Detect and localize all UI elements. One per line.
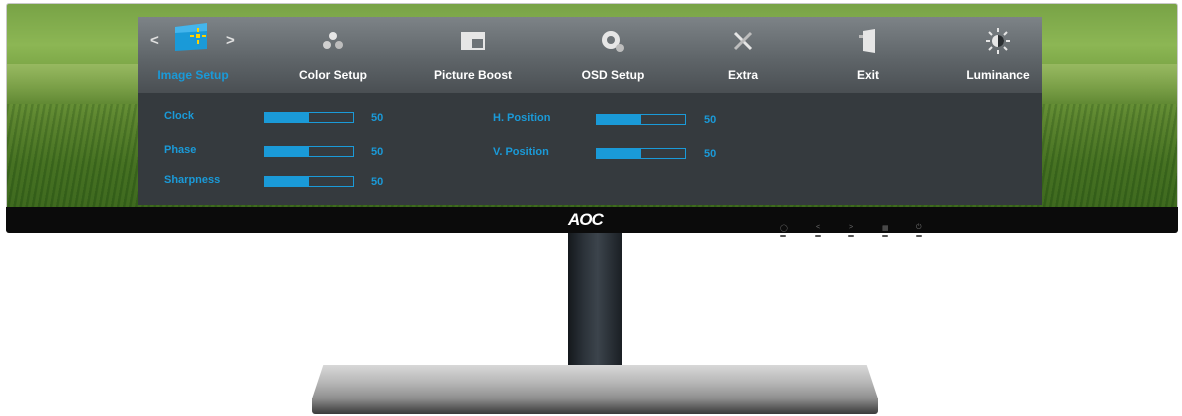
left-arrow-icon: < xyxy=(816,224,821,231)
slider-fill xyxy=(265,147,309,156)
left-button[interactable] xyxy=(815,235,821,237)
monitor-stand-neck xyxy=(568,233,622,373)
power-button[interactable] xyxy=(916,235,922,237)
monitor-stand-base-edge xyxy=(312,398,878,414)
v-position-slider[interactable] xyxy=(596,148,686,159)
slider-fill xyxy=(265,113,309,122)
menu-icon: ▦ xyxy=(882,225,889,232)
tab-color-setup[interactable]: Color Setup xyxy=(288,17,378,93)
image-setup-icon xyxy=(173,21,213,55)
exit-door-icon xyxy=(853,27,883,55)
osd-menu: < > Image Setup Color Setup Picture Boos… xyxy=(138,17,1042,205)
color-setup-icon xyxy=(318,27,348,55)
sharpness-label: Sharpness xyxy=(164,174,221,186)
osd-tab-bar: < > Image Setup Color Setup Picture Boos… xyxy=(138,17,1042,93)
h-position-value: 50 xyxy=(704,114,717,126)
h-position-slider[interactable] xyxy=(596,114,686,125)
v-position-label: V. Position xyxy=(493,146,549,158)
osd-setup-icon xyxy=(598,27,628,55)
osd-settings-panel: Clock 50 Phase 50 Sharpness 50 H. Positi… xyxy=(138,93,1042,205)
slider-fill xyxy=(597,115,641,124)
extra-tools-icon xyxy=(728,27,758,55)
right-button[interactable] xyxy=(848,235,854,237)
tab-extra[interactable]: Extra xyxy=(698,17,788,93)
v-position-value: 50 xyxy=(704,148,717,160)
tab-label: Picture Boost xyxy=(433,68,512,82)
clock-label: Clock xyxy=(164,110,194,122)
phase-slider[interactable] xyxy=(264,146,354,157)
slider-fill xyxy=(265,177,309,186)
phase-label: Phase xyxy=(164,144,197,156)
sharpness-slider[interactable] xyxy=(264,176,354,187)
tab-exit[interactable]: Exit xyxy=(823,17,913,93)
picture-boost-icon xyxy=(458,27,488,55)
luminance-icon xyxy=(983,27,1013,55)
sharpness-value: 50 xyxy=(371,176,384,188)
tab-image-setup[interactable]: Image Setup xyxy=(148,17,238,93)
right-arrow-icon: > xyxy=(849,224,854,231)
clock-slider[interactable] xyxy=(264,112,354,123)
tab-luminance[interactable]: Luminance xyxy=(953,17,1043,93)
auto-icon: ◯ xyxy=(780,225,788,232)
monitor-photo: < > Image Setup Color Setup Picture Boos… xyxy=(0,0,1182,416)
tab-label: OSD Setup xyxy=(581,68,645,82)
tab-label: Image Setup xyxy=(157,68,229,82)
tab-osd-setup[interactable]: OSD Setup xyxy=(563,17,663,93)
slider-fill xyxy=(597,149,641,158)
tab-label: Extra xyxy=(727,68,759,82)
clock-value: 50 xyxy=(371,112,384,124)
h-position-label: H. Position xyxy=(493,112,551,124)
tab-label: Exit xyxy=(856,68,879,82)
power-icon: ⏻ xyxy=(916,224,922,231)
menu-button[interactable] xyxy=(882,235,888,237)
phase-value: 50 xyxy=(371,146,384,158)
brand-logo: AOC xyxy=(568,210,604,229)
tab-label: Color Setup xyxy=(299,68,367,82)
tab-label: Luminance xyxy=(966,68,1030,82)
auto-button[interactable] xyxy=(780,235,786,237)
tab-picture-boost[interactable]: Picture Boost xyxy=(418,17,528,93)
